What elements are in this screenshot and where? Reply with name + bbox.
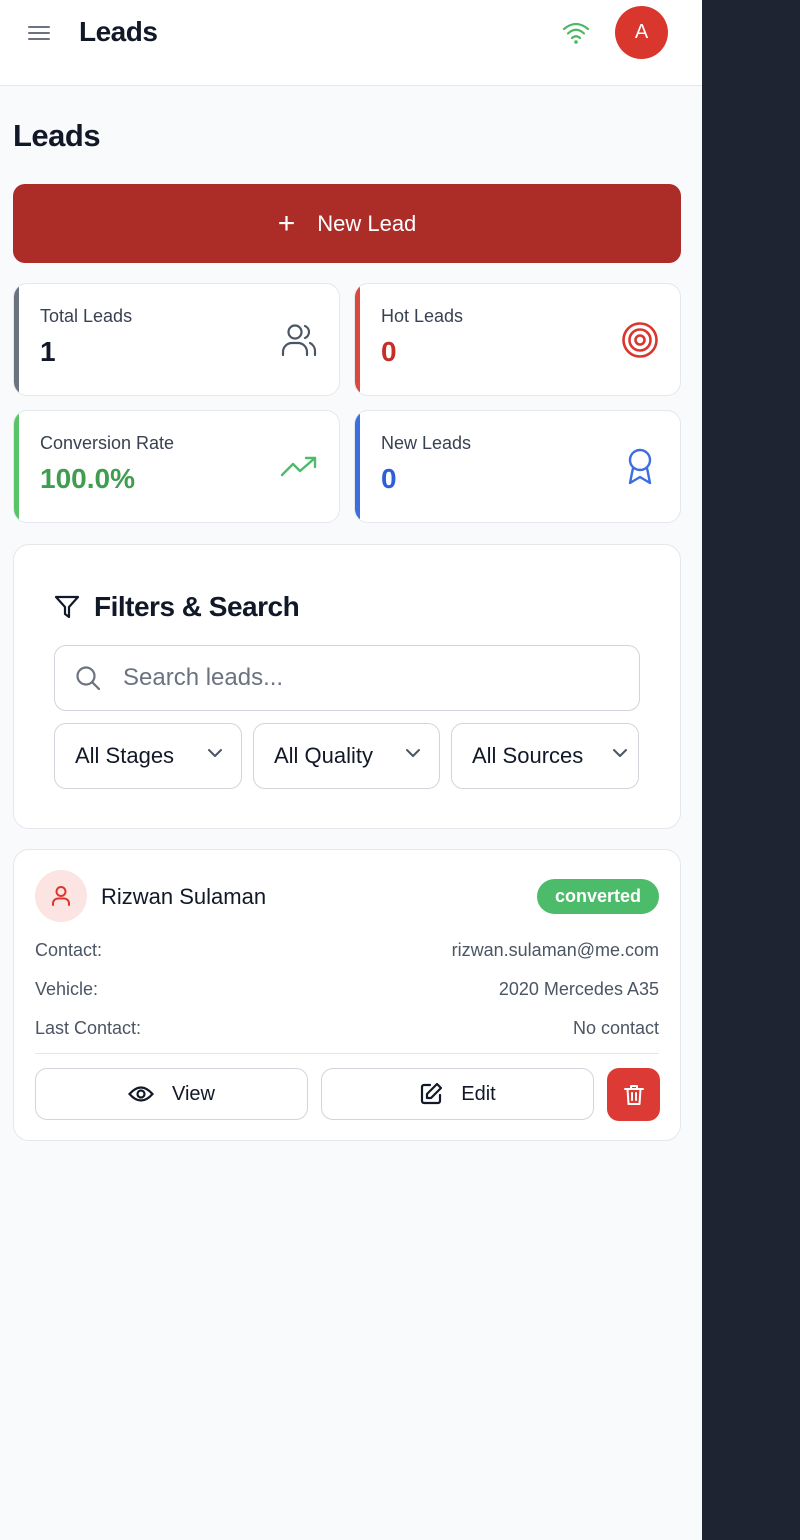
edit-icon — [421, 1082, 443, 1105]
stat-value: 100.0% — [40, 463, 135, 494]
stat-label: New Leads — [381, 433, 472, 453]
view-label: View — [172, 1082, 215, 1105]
search-icon — [76, 666, 101, 691]
quality-select-value: All Quality — [274, 743, 374, 768]
stat-card-total-leads: Total Leads 1 — [13, 283, 340, 396]
chevron-down-icon — [406, 749, 420, 757]
users-icon — [279, 320, 319, 360]
stage-select[interactable]: All Stages — [54, 723, 242, 789]
field-label: Last Contact: — [35, 1018, 142, 1038]
source-select[interactable]: All Sources — [451, 723, 639, 789]
field-label: Contact: — [35, 940, 103, 960]
lead-field-vehicle: Vehicle: 2020 Mercedes A35 — [35, 979, 659, 1000]
new-lead-button[interactable]: + New Lead — [13, 184, 681, 263]
stat-value: 0 — [381, 336, 397, 367]
chevron-down-icon — [613, 749, 627, 757]
trending-up-icon — [279, 447, 319, 487]
status-badge: converted — [536, 879, 659, 914]
search-input[interactable] — [123, 664, 623, 692]
lead-field-last-contact: Last Contact: No contact — [35, 1018, 659, 1039]
divider — [35, 1053, 659, 1054]
eye-icon — [128, 1086, 154, 1102]
edit-label: Edit — [461, 1082, 496, 1105]
field-value: rizwan.sulaman@me.com — [451, 940, 659, 960]
view-button[interactable]: View — [35, 1068, 308, 1120]
user-avatar[interactable]: A — [615, 6, 668, 59]
source-select-value: All Sources — [472, 743, 584, 768]
top-bar: Leads A — [0, 0, 702, 86]
trash-icon — [623, 1084, 644, 1105]
plus-icon: + — [277, 206, 296, 240]
stat-label: Conversion Rate — [40, 433, 175, 453]
field-label: Vehicle: — [35, 979, 99, 999]
app-title: Leads — [79, 16, 158, 47]
award-icon — [620, 447, 660, 487]
stat-label: Hot Leads — [381, 306, 464, 326]
lead-card: Rizwan Sulaman converted Contact: rizwan… — [13, 849, 681, 1141]
stat-label: Total Leads — [40, 306, 133, 326]
quality-select[interactable]: All Quality — [253, 723, 440, 789]
search-box[interactable] — [54, 645, 640, 711]
field-value: 2020 Mercedes A35 — [498, 979, 659, 999]
new-lead-label: New Lead — [317, 210, 417, 236]
target-icon — [620, 320, 660, 360]
page-title: Leads — [13, 118, 101, 153]
app-panel: Leads A Leads + New Lead Total Leads 1 H… — [0, 0, 702, 1540]
stat-value: 1 — [40, 336, 56, 367]
stat-value: 0 — [381, 463, 397, 494]
menu-icon[interactable] — [24, 18, 54, 48]
field-value: No contact — [572, 1018, 659, 1038]
user-icon — [35, 870, 87, 922]
filters-title: Filters & Search — [94, 591, 300, 622]
chevron-down-icon — [208, 749, 222, 757]
stat-card-new-leads: New Leads 0 — [354, 410, 681, 523]
lead-field-contact: Contact: rizwan.sulaman@me.com — [35, 940, 659, 961]
filters-heading: Filters & Search — [54, 591, 300, 623]
stat-card-conversion-rate: Conversion Rate 100.0% — [13, 410, 340, 523]
stat-card-hot-leads: Hot Leads 0 — [354, 283, 681, 396]
filters-panel: Filters & Search All Stages All Quality … — [13, 544, 681, 829]
edit-button[interactable]: Edit — [321, 1068, 594, 1120]
filter-icon — [54, 595, 80, 619]
wifi-icon — [562, 20, 590, 46]
stage-select-value: All Stages — [75, 743, 175, 768]
lead-name[interactable]: Rizwan Sulaman — [101, 884, 266, 910]
delete-button[interactable] — [607, 1068, 660, 1121]
